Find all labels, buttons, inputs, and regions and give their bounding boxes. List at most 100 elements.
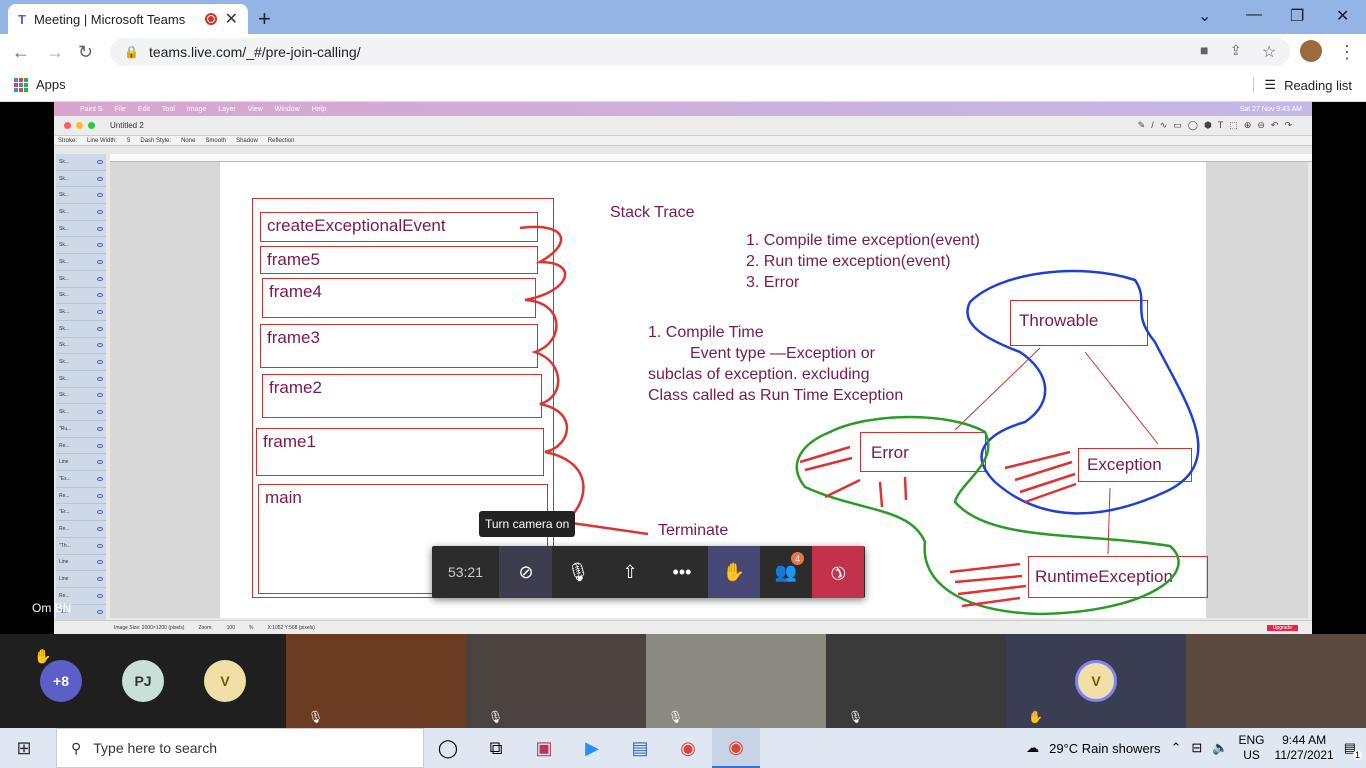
- video-tile[interactable]: V ✋: [1006, 634, 1186, 728]
- layer-row[interactable]: Re...: [56, 521, 106, 538]
- eye-icon[interactable]: [97, 493, 103, 498]
- camera-blocked-icon[interactable]: ■: [1200, 42, 1208, 58]
- video-tile[interactable]: 🎙: [286, 634, 466, 728]
- reading-list-button[interactable]: ☰ Reading list: [1253, 77, 1352, 93]
- restore-button[interactable]: ❐: [1290, 6, 1304, 26]
- layer-row[interactable]: Re...: [56, 488, 106, 505]
- layer-row[interactable]: Sk...: [56, 204, 106, 221]
- eye-icon[interactable]: [97, 426, 103, 431]
- layer-row[interactable]: Sk...: [56, 171, 106, 188]
- clock[interactable]: 9:44 AM 11/27/2021: [1275, 733, 1334, 763]
- close-window-button[interactable]: ✕: [1336, 6, 1349, 26]
- eye-icon[interactable]: [97, 410, 103, 415]
- eye-icon[interactable]: [97, 360, 103, 365]
- layer-row[interactable]: Sk...: [56, 154, 106, 171]
- participants-button[interactable]: 👥 4: [760, 546, 812, 598]
- eye-icon[interactable]: [97, 243, 103, 248]
- video-tile[interactable]: 🎙: [646, 634, 826, 728]
- layer-row[interactable]: Sk...: [56, 404, 106, 421]
- eye-icon[interactable]: [97, 393, 103, 398]
- notification-icon[interactable]: ▤ 1: [1344, 740, 1362, 760]
- layer-row[interactable]: "Ex...: [56, 471, 106, 488]
- layer-row[interactable]: Re...: [56, 438, 106, 455]
- layer-row[interactable]: "Ru...: [56, 421, 106, 438]
- mic-button[interactable]: 🎙: [552, 546, 604, 598]
- layer-row[interactable]: Sk...: [56, 254, 106, 271]
- layer-row[interactable]: Sk...: [56, 388, 106, 405]
- layer-row[interactable]: "Er...: [56, 504, 106, 522]
- layer-row[interactable]: Sk...: [56, 371, 106, 388]
- close-tab-icon[interactable]: ✕: [225, 9, 238, 29]
- layer-row[interactable]: Sk...: [56, 237, 106, 255]
- chrome-icon[interactable]: ◉: [664, 728, 712, 768]
- eye-icon[interactable]: [97, 460, 103, 465]
- share-icon[interactable]: ⇪: [1230, 42, 1242, 59]
- eye-icon[interactable]: [97, 176, 103, 181]
- apps-shortcut[interactable]: Apps: [14, 77, 66, 92]
- camera-button[interactable]: ⊘: [500, 546, 552, 598]
- eye-icon[interactable]: [97, 443, 103, 448]
- eye-icon[interactable]: [97, 226, 103, 231]
- eye-icon[interactable]: [97, 476, 103, 481]
- share-screen-button[interactable]: ⇧: [604, 546, 656, 598]
- address-bar[interactable]: 🔒 teams.live.com/_#/pre-join-calling/: [110, 38, 1290, 66]
- layer-row[interactable]: Sk...: [56, 354, 106, 371]
- chrome-active-icon[interactable]: ◉: [712, 728, 760, 768]
- raise-hand-button[interactable]: ✋: [708, 546, 760, 598]
- layer-row[interactable]: Sk...: [56, 304, 106, 321]
- eye-icon[interactable]: [97, 543, 103, 548]
- eye-icon[interactable]: [97, 593, 103, 598]
- eye-icon[interactable]: [97, 526, 103, 531]
- video-tile[interactable]: 🎙: [466, 634, 646, 728]
- eye-icon[interactable]: [97, 159, 103, 164]
- layer-row[interactable]: Line: [56, 555, 106, 572]
- video-tile[interactable]: 🎙: [826, 634, 1006, 728]
- explorer-icon[interactable]: ▤: [616, 728, 664, 768]
- eye-icon[interactable]: [97, 577, 103, 582]
- eye-icon[interactable]: [97, 560, 103, 565]
- eye-icon[interactable]: [97, 310, 103, 315]
- layer-row[interactable]: Sk...: [56, 338, 106, 355]
- tray-chevron-icon[interactable]: ⌃: [1171, 740, 1182, 756]
- forward-icon[interactable]: →: [46, 42, 64, 63]
- eye-icon[interactable]: [97, 193, 103, 198]
- eye-icon[interactable]: [97, 326, 103, 331]
- avatar[interactable]: PJ: [122, 660, 164, 702]
- avatar[interactable]: V: [204, 660, 246, 702]
- layer-row[interactable]: Sk...: [56, 187, 106, 205]
- layer-row[interactable]: Line: [56, 454, 106, 472]
- windows-start-icon[interactable]: ⊞: [0, 728, 48, 768]
- minimize-button[interactable]: —: [1246, 6, 1262, 24]
- eye-icon[interactable]: [97, 610, 103, 615]
- menu-icon[interactable]: ⋮: [1338, 42, 1356, 63]
- new-tab-button[interactable]: +: [258, 6, 271, 32]
- profile-avatar[interactable]: [1300, 40, 1322, 62]
- eye-icon[interactable]: [97, 259, 103, 264]
- back-icon[interactable]: ←: [12, 42, 30, 63]
- video-tile[interactable]: [1186, 634, 1366, 728]
- browser-tab[interactable]: T Meeting | Microsoft Teams ✕: [8, 4, 248, 34]
- hang-up-button[interactable]: ✆: [812, 546, 864, 598]
- task-view-icon[interactable]: ⧉: [472, 728, 520, 768]
- eye-icon[interactable]: [97, 376, 103, 381]
- layer-row[interactable]: Sk...: [56, 321, 106, 338]
- eye-icon[interactable]: [97, 276, 103, 281]
- reload-icon[interactable]: ↻: [78, 42, 93, 63]
- more-actions-button[interactable]: •••: [656, 546, 708, 598]
- eye-icon[interactable]: [97, 343, 103, 348]
- layer-row[interactable]: Sk...: [56, 271, 106, 288]
- tab-search-icon[interactable]: ⌄: [1198, 6, 1211, 26]
- store-icon[interactable]: ▣: [520, 728, 568, 768]
- eye-icon[interactable]: [97, 293, 103, 298]
- cortana-icon[interactable]: ◯: [424, 728, 472, 768]
- overflow-avatar[interactable]: +8 ✋: [34, 648, 82, 702]
- layer-row[interactable]: Sk...: [56, 288, 106, 305]
- zoom-app-icon[interactable]: ▶: [568, 728, 616, 768]
- language-indicator[interactable]: ENG US: [1239, 733, 1265, 763]
- taskbar-search[interactable]: ⚲ Type here to search: [56, 728, 424, 768]
- eye-icon[interactable]: [97, 510, 103, 515]
- bookmark-star-icon[interactable]: ☆: [1262, 42, 1276, 62]
- eye-icon[interactable]: [97, 209, 103, 214]
- layer-row[interactable]: "Th...: [56, 538, 106, 555]
- layer-row[interactable]: Line: [56, 571, 106, 588]
